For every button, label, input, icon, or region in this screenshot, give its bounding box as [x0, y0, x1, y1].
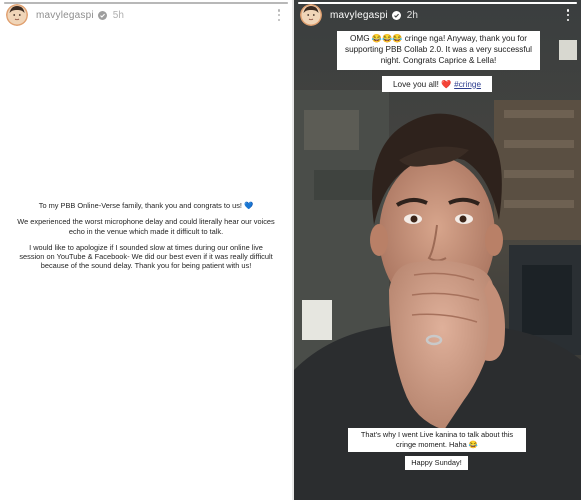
story-paragraph: I would like to apologize if I sounded s…	[19, 242, 273, 271]
caption-bottom: That's why I went Live kanina to talk ab…	[348, 428, 526, 452]
right-story: mavylegaspi 2h OMG 😂😂😂 cringe nga! Anywa…	[294, 0, 581, 500]
more-options-icon[interactable]	[272, 7, 286, 23]
verified-badge-icon	[97, 10, 107, 20]
story-text: To my PBB Online-Verse family, thank you…	[16, 201, 276, 278]
caption-love-text: Love you all!	[392, 79, 439, 89]
username[interactable]: mavylegaspi	[330, 10, 388, 21]
verified-badge-icon	[391, 10, 401, 20]
left-story: mavylegaspi 5h To my PBB Online-Verse fa…	[0, 0, 292, 500]
more-options-icon[interactable]	[561, 7, 575, 23]
avatar-image	[6, 4, 28, 26]
caption-top: OMG 😂😂😂 cringe nga! Anyway, thank you fo…	[337, 31, 540, 70]
story-paragraph: We experienced the worst microphone dela…	[17, 217, 275, 236]
story-timestamp: 2h	[406, 9, 418, 21]
story-timestamp: 5h	[112, 9, 124, 21]
username[interactable]: mavylegaspi	[36, 10, 94, 21]
avatar[interactable]	[300, 4, 322, 26]
story-paragraph: To my PBB Online-Verse family, thank you…	[38, 201, 254, 210]
avatar[interactable]	[6, 4, 28, 26]
story-header: mavylegaspi 5h	[6, 4, 286, 26]
caption-sunday: Happy Sunday!	[405, 456, 468, 470]
avatar-image	[300, 4, 322, 26]
caption-love: Love you all! ❤️ #cringe	[382, 76, 492, 92]
story-photo	[294, 0, 581, 500]
story-header: mavylegaspi 2h	[300, 4, 575, 26]
heart-icon: ❤️	[440, 79, 452, 89]
hashtag-link[interactable]: #cringe	[454, 79, 481, 90]
